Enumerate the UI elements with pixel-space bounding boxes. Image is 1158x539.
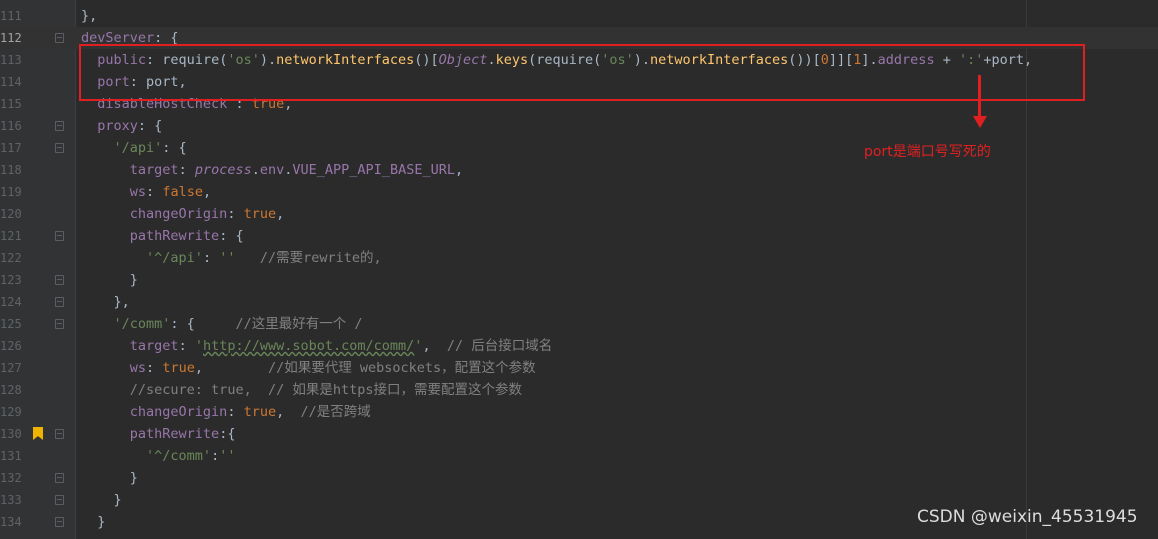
code-line[interactable]: 118 target: process.env.VUE_APP_API_BASE… (0, 159, 1158, 181)
code-line[interactable]: 129 changeOrigin: true, //是否跨域 (0, 401, 1158, 423)
line-number: 123 (0, 273, 22, 287)
line-number: 130 (0, 427, 22, 441)
line-number: 134 (0, 515, 22, 529)
line-number: 114 (0, 75, 22, 89)
code-text[interactable]: '^/comm':'' (81, 445, 235, 467)
code-text[interactable]: target: process.env.VUE_APP_API_BASE_URL… (81, 159, 463, 181)
watermark: CSDN @weixin_45531945 (917, 507, 1138, 527)
fold-marker-icon[interactable] (55, 231, 64, 241)
code-text[interactable]: changeOrigin: true, //是否跨域 (81, 401, 371, 423)
fold-marker-icon[interactable] (55, 473, 64, 483)
code-line[interactable]: 125 '/comm': { //这里最好有一个 / (0, 313, 1158, 335)
code-text[interactable]: target: 'http://www.sobot.com/comm/', //… (81, 335, 552, 357)
line-number: 113 (0, 53, 22, 67)
fold-marker-icon[interactable] (55, 495, 64, 505)
fold-marker-icon[interactable] (55, 297, 64, 307)
annotation-note: port是端口号写死的 (864, 144, 991, 160)
code-text[interactable]: '/api': { (81, 137, 187, 159)
code-text[interactable]: pathRewrite:{ (81, 423, 236, 445)
fold-marker-icon[interactable] (55, 429, 64, 439)
line-number: 119 (0, 185, 22, 199)
line-number: 115 (0, 97, 22, 111)
line-number: 117 (0, 141, 22, 155)
line-number: 133 (0, 493, 22, 507)
line-number: 121 (0, 229, 22, 243)
code-text[interactable]: } (81, 489, 122, 511)
code-line[interactable]: 131 '^/comm':'' (0, 445, 1158, 467)
code-text[interactable]: '^/api': '' //需要rewrite的, (81, 247, 382, 269)
line-number: 111 (0, 9, 22, 23)
code-line[interactable]: 121 pathRewrite: { (0, 225, 1158, 247)
fold-marker-icon[interactable] (55, 143, 64, 153)
code-text[interactable]: } (81, 467, 138, 489)
line-number: 125 (0, 317, 22, 331)
highlight-box (79, 44, 1085, 101)
code-text[interactable]: ws: false, (81, 181, 211, 203)
code-line[interactable]: 120 changeOrigin: true, (0, 203, 1158, 225)
line-number: 112 (0, 31, 22, 45)
fold-marker-icon[interactable] (55, 33, 64, 43)
code-line[interactable]: 122 '^/api': '' //需要rewrite的, (0, 247, 1158, 269)
line-number: 126 (0, 339, 22, 353)
code-text[interactable]: } (81, 269, 138, 291)
code-line[interactable]: 111}, (0, 5, 1158, 27)
fold-marker-icon[interactable] (55, 517, 64, 527)
arrow-down-icon (973, 116, 987, 128)
code-text[interactable]: }, (81, 5, 97, 27)
code-line[interactable]: 123 } (0, 269, 1158, 291)
fold-marker-icon[interactable] (55, 319, 64, 329)
line-number: 116 (0, 119, 22, 133)
code-line[interactable]: 128 //secure: true, // 如果是https接口，需要配置这个… (0, 379, 1158, 401)
line-number: 129 (0, 405, 22, 419)
code-text[interactable]: //secure: true, // 如果是https接口，需要配置这个参数 (81, 379, 522, 401)
code-text[interactable]: } (81, 511, 105, 533)
fold-marker-icon[interactable] (55, 121, 64, 131)
code-line[interactable]: 127 ws: true, //如果要代理 websockets，配置这个参数 (0, 357, 1158, 379)
line-number: 132 (0, 471, 22, 485)
code-line[interactable]: 126 target: 'http://www.sobot.com/comm/'… (0, 335, 1158, 357)
code-text[interactable]: ws: true, //如果要代理 websockets，配置这个参数 (81, 357, 536, 379)
line-number: 124 (0, 295, 22, 309)
fold-marker-icon[interactable] (55, 275, 64, 285)
line-number: 118 (0, 163, 22, 177)
code-text[interactable]: '/comm': { //这里最好有一个 / (81, 313, 363, 335)
code-line[interactable]: 124 }, (0, 291, 1158, 313)
line-number: 127 (0, 361, 22, 375)
line-number: 131 (0, 449, 22, 463)
code-line[interactable]: 119 ws: false, (0, 181, 1158, 203)
code-text[interactable]: changeOrigin: true, (81, 203, 284, 225)
line-number: 128 (0, 383, 22, 397)
code-text[interactable]: proxy: { (81, 115, 162, 137)
line-number: 120 (0, 207, 22, 221)
line-number: 122 (0, 251, 22, 265)
bookmark-icon[interactable] (33, 427, 43, 440)
arrow-shaft (978, 75, 981, 120)
code-line[interactable]: 132 } (0, 467, 1158, 489)
code-text[interactable]: pathRewrite: { (81, 225, 244, 247)
code-line[interactable]: 130 pathRewrite:{ (0, 423, 1158, 445)
code-text[interactable]: }, (81, 291, 130, 313)
